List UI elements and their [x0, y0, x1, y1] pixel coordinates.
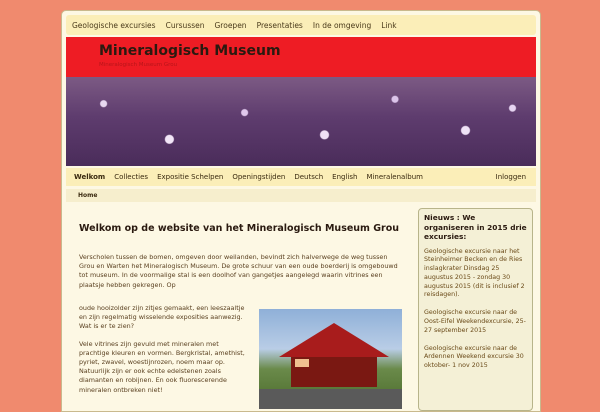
site-title[interactable]: Mineralogisch Museum [99, 43, 281, 59]
breadcrumb-home[interactable]: Home [78, 192, 97, 199]
paragraph-vitrines: Vele vitrines zijn gevuld met mineralen … [79, 339, 245, 394]
site-tagline: Mineralogisch Museum Grou [99, 62, 178, 68]
nav-item-collecties[interactable]: Collecties [114, 173, 148, 181]
photo-road [259, 389, 402, 409]
news-item[interactable]: Geologische excursie naar het Steinheime… [424, 248, 527, 301]
news-heading: Nieuws : We organiseren in 2015 drie exc… [424, 213, 527, 241]
main-content: Welkom op de website van het Mineralogis… [79, 223, 402, 409]
news-item[interactable]: Geologische excursie naar de Oost-Eifel … [424, 309, 527, 335]
nav-item-expositie-schelpen[interactable]: Expositie Schelpen [157, 173, 223, 181]
page-container: Geologische excursies Cursussen Groepen … [61, 10, 541, 412]
topnav-item-geologische-excursies[interactable]: Geologische excursies [72, 21, 156, 30]
content-text-column: oude hooizolder zijn zitjes gemaakt, een… [79, 304, 251, 403]
nav-item-mineralenalbum[interactable]: Mineralenalbum [366, 173, 423, 181]
topnav-item-cursussen[interactable]: Cursussen [166, 21, 205, 30]
nav-item-welkom[interactable]: Welkom [74, 173, 105, 181]
photo-roof [279, 323, 389, 357]
site-header: Mineralogisch Museum Mineralogisch Museu… [66, 37, 536, 77]
page-title: Welkom op de website van het Mineralogis… [79, 223, 400, 234]
amethyst-banner-image [66, 77, 536, 166]
main-navigation: Welkom Collecties Expositie Schelpen Ope… [66, 168, 536, 186]
topnav-item-presentaties[interactable]: Presentaties [257, 21, 303, 30]
nav-item-deutsch[interactable]: Deutsch [294, 173, 323, 181]
news-sidebar: Nieuws : We organiseren in 2015 drie exc… [418, 208, 533, 411]
breadcrumb: Home [66, 189, 536, 202]
news-item[interactable]: Geologische excursie naar de Ardennen We… [424, 345, 527, 371]
intro-paragraph: Verscholen tussen de bomen, omgeven door… [79, 253, 398, 289]
nav-item-english[interactable]: English [332, 173, 357, 181]
login-link[interactable]: Inloggen [496, 173, 526, 181]
paragraph-hooizolder: oude hooizolder zijn zitjes gemaakt, een… [79, 304, 245, 331]
photo-signboard [295, 359, 309, 367]
top-navigation: Geologische excursies Cursussen Groepen … [66, 15, 536, 35]
topnav-item-groepen[interactable]: Groepen [215, 21, 247, 30]
topnav-item-link[interactable]: Link [381, 21, 396, 30]
museum-building-photo [259, 309, 402, 409]
nav-item-openingstijden[interactable]: Openingstijden [232, 173, 285, 181]
topnav-item-in-de-omgeving[interactable]: In de omgeving [313, 21, 371, 30]
